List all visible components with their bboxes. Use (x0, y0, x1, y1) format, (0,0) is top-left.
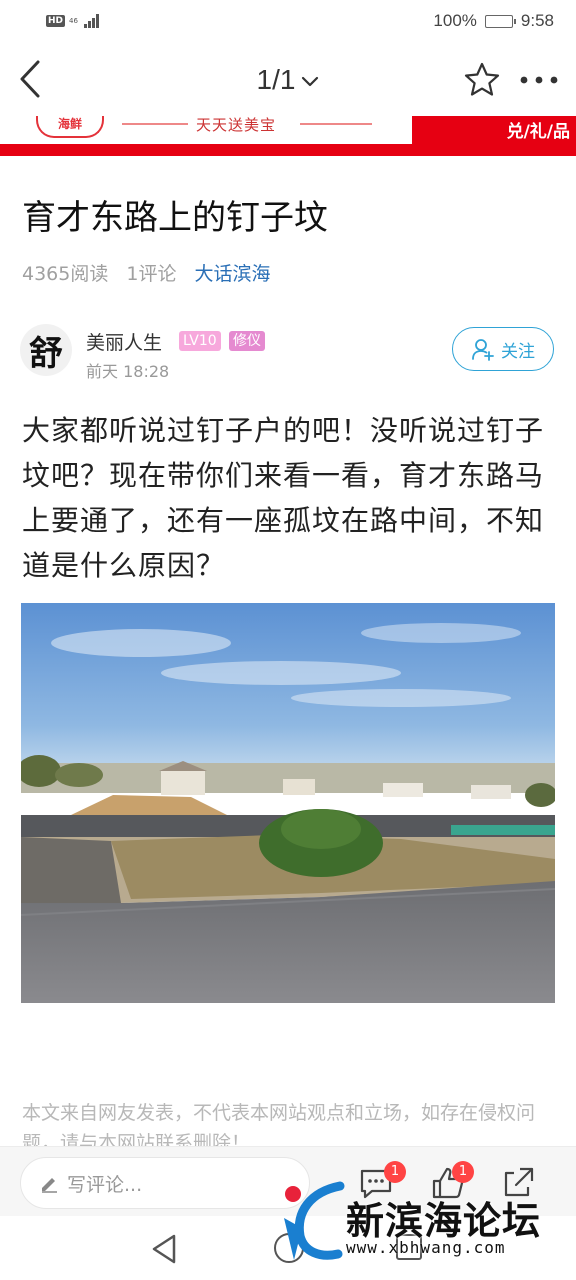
status-bar: HD 46 100% 9:58 (0, 0, 576, 42)
forum-link[interactable]: 大话滨海 (194, 259, 270, 286)
pencil-icon (42, 1178, 57, 1193)
avatar-char: 舒 (29, 333, 63, 374)
battery-icon (484, 14, 516, 28)
nav-bar: 1/1 (0, 42, 576, 116)
chevron-down-icon (302, 76, 319, 86)
banner-divider-right (300, 123, 372, 125)
comment-count: 1评论 (126, 263, 177, 285)
article-body: 大家都听说过钉子户的吧！没听说过钉子坟吧？现在带你们来看一看，育才东路马上要通了… (22, 414, 545, 582)
banner-slogan: 天天送美宝 (196, 116, 277, 134)
add-user-icon (472, 339, 494, 361)
more-dots-icon (520, 76, 558, 84)
banner-right-block: 兑/礼/品 (412, 116, 576, 156)
article-meta: 4365阅读 1评论 大话滨海 (22, 259, 270, 286)
banner-inner: 海鲜 天天送美宝 (0, 116, 412, 144)
roadside-grave-photo (21, 603, 555, 1003)
status-left: HD 46 (46, 14, 99, 28)
page-indicator-label: 1/1 (256, 64, 296, 95)
author-name[interactable]: 美丽人生 (86, 328, 162, 355)
star-icon (464, 62, 500, 96)
site-logo-icon (284, 1181, 345, 1260)
more-button[interactable] (516, 60, 562, 100)
article-title: 育才东路上的钉子坟 (22, 198, 328, 238)
read-count: 4365阅读 (22, 263, 109, 285)
article-photo[interactable] (21, 603, 555, 1003)
watermark-name: 新滨海论坛 (346, 1199, 542, 1243)
title-badge: 修仪 (229, 331, 265, 351)
follow-button[interactable]: 关注 (452, 327, 554, 371)
network-type: 46 (69, 16, 78, 25)
level-badge: LV10 (179, 331, 221, 351)
status-right: 100% 9:58 (433, 11, 554, 31)
hd-icon: HD (46, 15, 66, 27)
banner-divider-left (122, 123, 188, 125)
post-time: 前天 18:28 (86, 362, 170, 381)
site-watermark: 新滨海论坛 www.xbhwang.com (280, 1178, 570, 1268)
follow-label: 关注 (501, 341, 535, 362)
watermark-url: www.xbhwang.com (346, 1238, 506, 1257)
favorite-button[interactable] (462, 60, 502, 100)
clock: 9:58 (520, 11, 554, 30)
signal-icon (83, 14, 99, 28)
system-back-button[interactable] (150, 1232, 182, 1266)
comment-input[interactable]: 写评论... (20, 1157, 310, 1209)
triangle-back-icon (152, 1234, 176, 1264)
banner-logo: 海鲜 (36, 116, 104, 138)
ad-banner[interactable]: 兑/礼/品 海鲜 天天送美宝 (0, 116, 576, 156)
avatar[interactable]: 舒 (20, 324, 72, 376)
comment-placeholder: 写评论... (67, 1173, 143, 1196)
battery-percent: 100% (433, 11, 477, 30)
banner-right-text: 兑/礼/品 (506, 122, 570, 142)
